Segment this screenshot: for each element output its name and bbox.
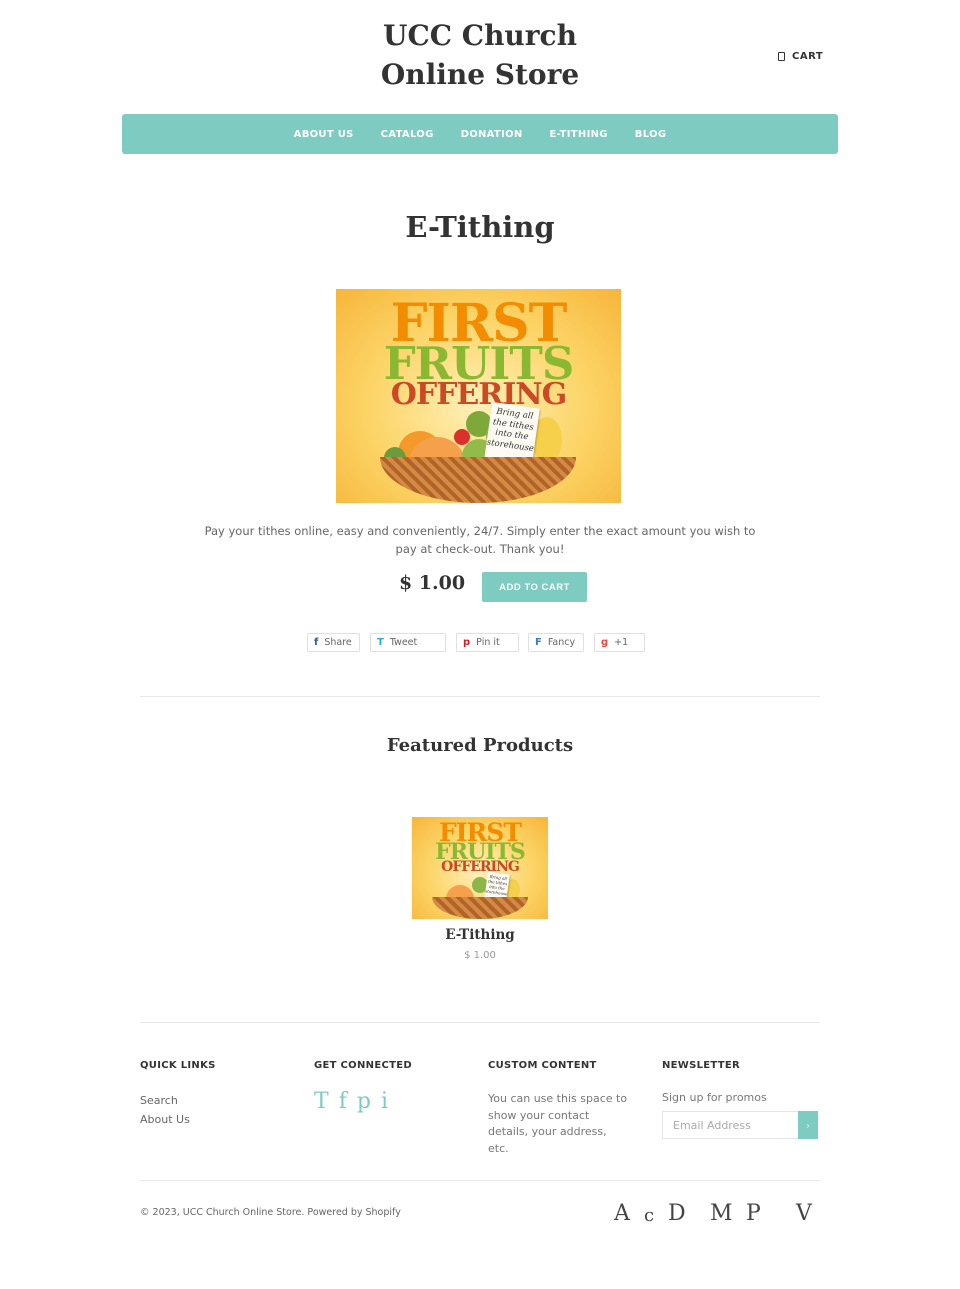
arrow-right-icon: › <box>806 1120 810 1130</box>
email-input[interactable] <box>662 1111 798 1139</box>
featured-product-title[interactable]: E-Tithing <box>380 927 580 943</box>
fancy-share-label: Fancy <box>547 637 576 648</box>
instagram-icon[interactable]: i <box>381 1089 388 1114</box>
footer-custom-content: CUSTOM CONTENT You can use this space to… <box>488 1060 628 1157</box>
mastercard-icon: M <box>710 1201 733 1226</box>
nav-item-donation[interactable]: DONATION <box>461 129 523 140</box>
store-logo[interactable]: UCC Church Online Store <box>330 16 630 94</box>
pinterest-pin-label: Pin it <box>476 637 500 648</box>
add-to-cart-button[interactable]: ADD TO CART <box>482 572 587 602</box>
share-buttons: f Share T Tweet p Pin it F Fancy g +1 <box>0 633 960 653</box>
nav-item-about-us[interactable]: ABOUT US <box>294 129 354 140</box>
footer-link-about-us[interactable]: About Us <box>140 1110 300 1129</box>
cart-label: CART <box>792 51 824 62</box>
discover-icon: D <box>668 1201 686 1226</box>
nav-item-e-tithing[interactable]: E-TITHING <box>550 129 608 140</box>
paypal-icon: P <box>746 1201 761 1226</box>
newsletter-text: Sign up for promos <box>662 1091 767 1104</box>
featured-product-image[interactable]: FIRST FRUITS OFFERING Bring all the tith… <box>412 817 548 919</box>
pinterest-icon[interactable]: p <box>357 1089 371 1114</box>
custom-content-text: You can use this space to show your cont… <box>488 1092 628 1155</box>
social-icons: T f p i <box>314 1089 474 1114</box>
footer-newsletter: NEWSLETTER Sign up for promos › <box>662 1060 822 1139</box>
footer-link-search[interactable]: Search <box>140 1091 300 1110</box>
google-plus-button[interactable]: g +1 <box>594 633 645 652</box>
fancy-share-button[interactable]: F Fancy <box>528 633 584 652</box>
product-image[interactable]: FIRST FRUITS OFFERING Bring all the tith… <box>336 289 621 503</box>
copyright-text: © 2023, UCC Church Online Store. Powered… <box>140 1207 401 1218</box>
nav-item-catalog[interactable]: CATALOG <box>381 129 434 140</box>
twitter-tweet-button[interactable]: T Tweet <box>370 633 446 652</box>
main-nav: ABOUT US CATALOG DONATION E-TITHING BLOG <box>122 114 838 154</box>
facebook-share-button[interactable]: f Share <box>307 633 360 652</box>
product-description: Pay your tithes online, easy and conveni… <box>204 524 756 556</box>
google-plus-icon: g <box>601 637 609 648</box>
newsletter-form: › <box>662 1111 818 1139</box>
pinterest-pin-button[interactable]: p Pin it <box>456 633 519 652</box>
store-name-line2: Online Store <box>380 58 580 91</box>
diners-icon: c <box>644 1205 655 1226</box>
facebook-share-label: Share <box>324 637 352 648</box>
twitter-icon: T <box>377 637 384 648</box>
pinterest-icon: p <box>463 637 471 648</box>
twitter-icon[interactable]: T <box>314 1089 329 1114</box>
cart-link[interactable]: CART <box>778 51 823 62</box>
newsletter-heading: NEWSLETTER <box>662 1060 741 1071</box>
section-divider <box>140 696 820 697</box>
footer-quick-links: QUICK LINKS Search About Us <box>140 1060 300 1129</box>
cart-icon <box>778 52 785 61</box>
featured-products-heading: Featured Products <box>386 735 574 756</box>
nav-item-blog[interactable]: BLOG <box>635 129 667 140</box>
image-text-offering: OFFERING <box>390 377 568 412</box>
store-name-line1: UCC Church <box>383 19 577 52</box>
featured-product-price: $ 1.00 <box>464 950 496 961</box>
subscribe-button[interactable]: › <box>798 1111 818 1139</box>
basket-shape <box>432 897 528 919</box>
basket-shape <box>380 457 576 503</box>
product-price: $ 1.00 <box>398 572 466 594</box>
footer-get-connected: GET CONNECTED T f p i <box>314 1060 474 1114</box>
custom-content-heading: CUSTOM CONTENT <box>488 1060 597 1071</box>
facebook-icon: f <box>314 637 319 648</box>
strawberry-shape <box>454 429 470 445</box>
facebook-icon[interactable]: f <box>339 1089 347 1114</box>
image-text-offering: OFFERING <box>441 859 520 875</box>
visa-icon: V <box>796 1201 812 1226</box>
product-title: E-Tithing <box>405 210 555 244</box>
section-divider <box>140 1022 820 1023</box>
payment-icons: A c D M P V <box>600 1201 820 1229</box>
fancy-icon: F <box>535 637 542 648</box>
footer-divider <box>140 1180 820 1181</box>
google-plus-label: +1 <box>614 637 629 648</box>
amex-icon: A <box>614 1201 630 1226</box>
twitter-tweet-label: Tweet <box>389 637 418 648</box>
get-connected-heading: GET CONNECTED <box>314 1060 412 1071</box>
quick-links-heading: QUICK LINKS <box>140 1060 216 1071</box>
site-header: UCC Church Online Store CART <box>0 0 960 114</box>
